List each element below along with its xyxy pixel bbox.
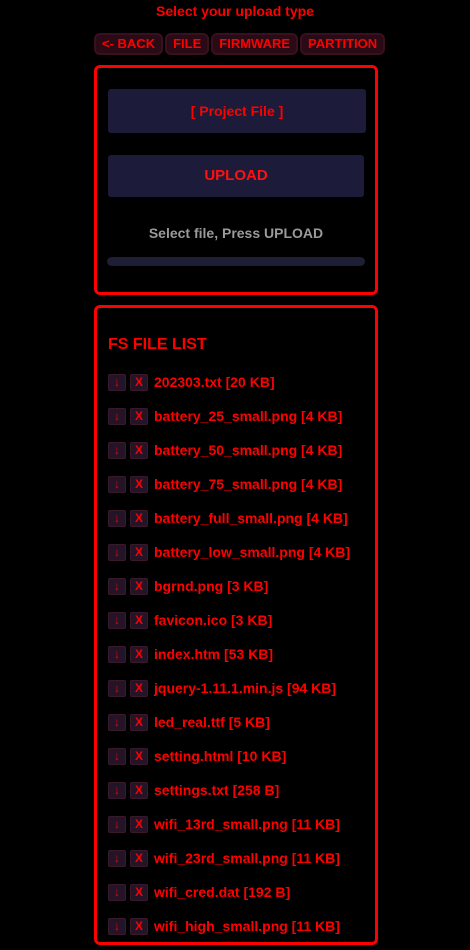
file-row: ↓ Xbattery_25_small.png [4 KB] [108,406,350,440]
download-button[interactable]: ↓ [108,850,126,867]
download-button[interactable]: ↓ [108,782,126,799]
file-row: ↓ Xled_real.ttf [5 KB] [108,712,350,746]
file-name-link[interactable]: battery_low_small.png [4 KB] [154,542,350,562]
download-button[interactable]: ↓ [108,408,126,425]
upload-type-nav: <- BACK FILE FIRMWARE PARTITION [94,33,386,55]
upload-status-text: Select file, Press UPLOAD [148,225,324,241]
file-name-link[interactable]: led_real.ttf [5 KB] [154,712,270,732]
file-row: ↓ Xbgrnd.png [3 KB] [108,576,350,610]
delete-button[interactable]: X [130,680,148,697]
download-button[interactable]: ↓ [108,544,126,561]
file-name-link[interactable]: settings.txt [258 B] [154,780,279,800]
delete-button[interactable]: X [130,578,148,595]
delete-button[interactable]: X [130,782,148,799]
delete-button[interactable]: X [130,510,148,527]
file-name-link[interactable]: setting.html [10 KB] [154,746,286,766]
delete-button[interactable]: X [130,476,148,493]
delete-button[interactable]: X [130,544,148,561]
project-file-button[interactable]: [ Project File ] [108,89,366,133]
file-row: ↓ Xwifi_high_small.png [11 KB] [108,916,350,950]
download-button[interactable]: ↓ [108,442,126,459]
firmware-button[interactable]: FIRMWARE [211,33,299,55]
file-row: ↓ Xwifi_cred.dat [192 B] [108,882,350,916]
delete-button[interactable]: X [130,442,148,459]
file-name-link[interactable]: wifi_high_small.png [11 KB] [154,916,340,936]
delete-button[interactable]: X [130,612,148,629]
download-button[interactable]: ↓ [108,578,126,595]
delete-button[interactable]: X [130,850,148,867]
file-button[interactable]: FILE [165,33,210,55]
file-row: ↓ Xindex.htm [53 KB] [108,644,350,678]
file-name-link[interactable]: battery_25_small.png [4 KB] [154,406,342,426]
upload-progress-bar [107,257,365,266]
file-name-link[interactable]: wifi_cred.dat [192 B] [154,882,290,902]
back-button[interactable]: <- BACK [94,33,164,55]
download-button[interactable]: ↓ [108,646,126,663]
delete-button[interactable]: X [130,918,148,935]
delete-button[interactable]: X [130,884,148,901]
file-name-link[interactable]: wifi_23rd_small.png [11 KB] [154,848,340,868]
file-row: ↓ Xwifi_23rd_small.png [11 KB] [108,848,350,882]
file-list-panel: FS FILE LIST ↓ X 202303.txt [20 KB] ↓ Xbatte… [94,305,378,945]
file-name-link[interactable]: jquery-1.11.1.min.js [94 KB] [154,678,336,698]
file-row: ↓ Xsetting.html [10 KB] [108,746,350,780]
file-row: ↓ Xsettings.txt [258 B] [108,780,350,814]
download-button[interactable]: ↓ [108,918,126,935]
download-button[interactable]: ↓ [108,884,126,901]
download-button[interactable]: ↓ [108,714,126,731]
file-name-link[interactable]: bgrnd.png [3 KB] [154,576,268,596]
download-button[interactable]: ↓ [108,510,126,527]
file-list-title: FS FILE LIST [108,336,207,353]
download-button[interactable]: ↓ [108,680,126,697]
file-name-link[interactable]: wifi_13rd_small.png [11 KB] [154,814,340,834]
upload-button[interactable]: UPLOAD [108,155,364,197]
delete-button[interactable]: X [130,374,148,391]
page-title: Select your upload type [156,3,314,19]
file-row: ↓ Xbattery_75_small.png [4 KB] [108,474,350,508]
file-row: ↓ Xbattery_50_small.png [4 KB] [108,440,350,474]
file-row: ↓ X 202303.txt [20 KB] [108,372,350,406]
file-name-link[interactable]: 202303.txt [20 KB] [154,372,275,392]
download-button[interactable]: ↓ [108,816,126,833]
file-row: ↓ Xbattery_low_small.png [4 KB] [108,542,350,576]
file-name-link[interactable]: battery_full_small.png [4 KB] [154,508,348,528]
delete-button[interactable]: X [130,816,148,833]
file-row: ↓ Xbattery_full_small.png [4 KB] [108,508,350,542]
file-name-link[interactable]: battery_50_small.png [4 KB] [154,440,342,460]
file-row: ↓ Xjquery-1.11.1.min.js [94 KB] [108,678,350,712]
file-name-link[interactable]: favicon.ico [3 KB] [154,610,272,630]
download-button[interactable]: ↓ [108,374,126,391]
file-row: ↓ Xfavicon.ico [3 KB] [108,610,350,644]
partition-button[interactable]: PARTITION [300,33,386,55]
file-name-link[interactable]: index.htm [53 KB] [154,644,273,664]
download-button[interactable]: ↓ [108,748,126,765]
file-name-link[interactable]: battery_75_small.png [4 KB] [154,474,342,494]
upload-panel: [ Project File ] UPLOAD Select file, Pre… [94,65,378,295]
download-button[interactable]: ↓ [108,476,126,493]
file-row: ↓ Xwifi_13rd_small.png [11 KB] [108,814,350,848]
delete-button[interactable]: X [130,408,148,425]
file-list: ↓ X 202303.txt [20 KB] ↓ Xbattery_25_small.p… [108,372,350,950]
download-button[interactable]: ↓ [108,612,126,629]
delete-button[interactable]: X [130,748,148,765]
delete-button[interactable]: X [130,714,148,731]
delete-button[interactable]: X [130,646,148,663]
